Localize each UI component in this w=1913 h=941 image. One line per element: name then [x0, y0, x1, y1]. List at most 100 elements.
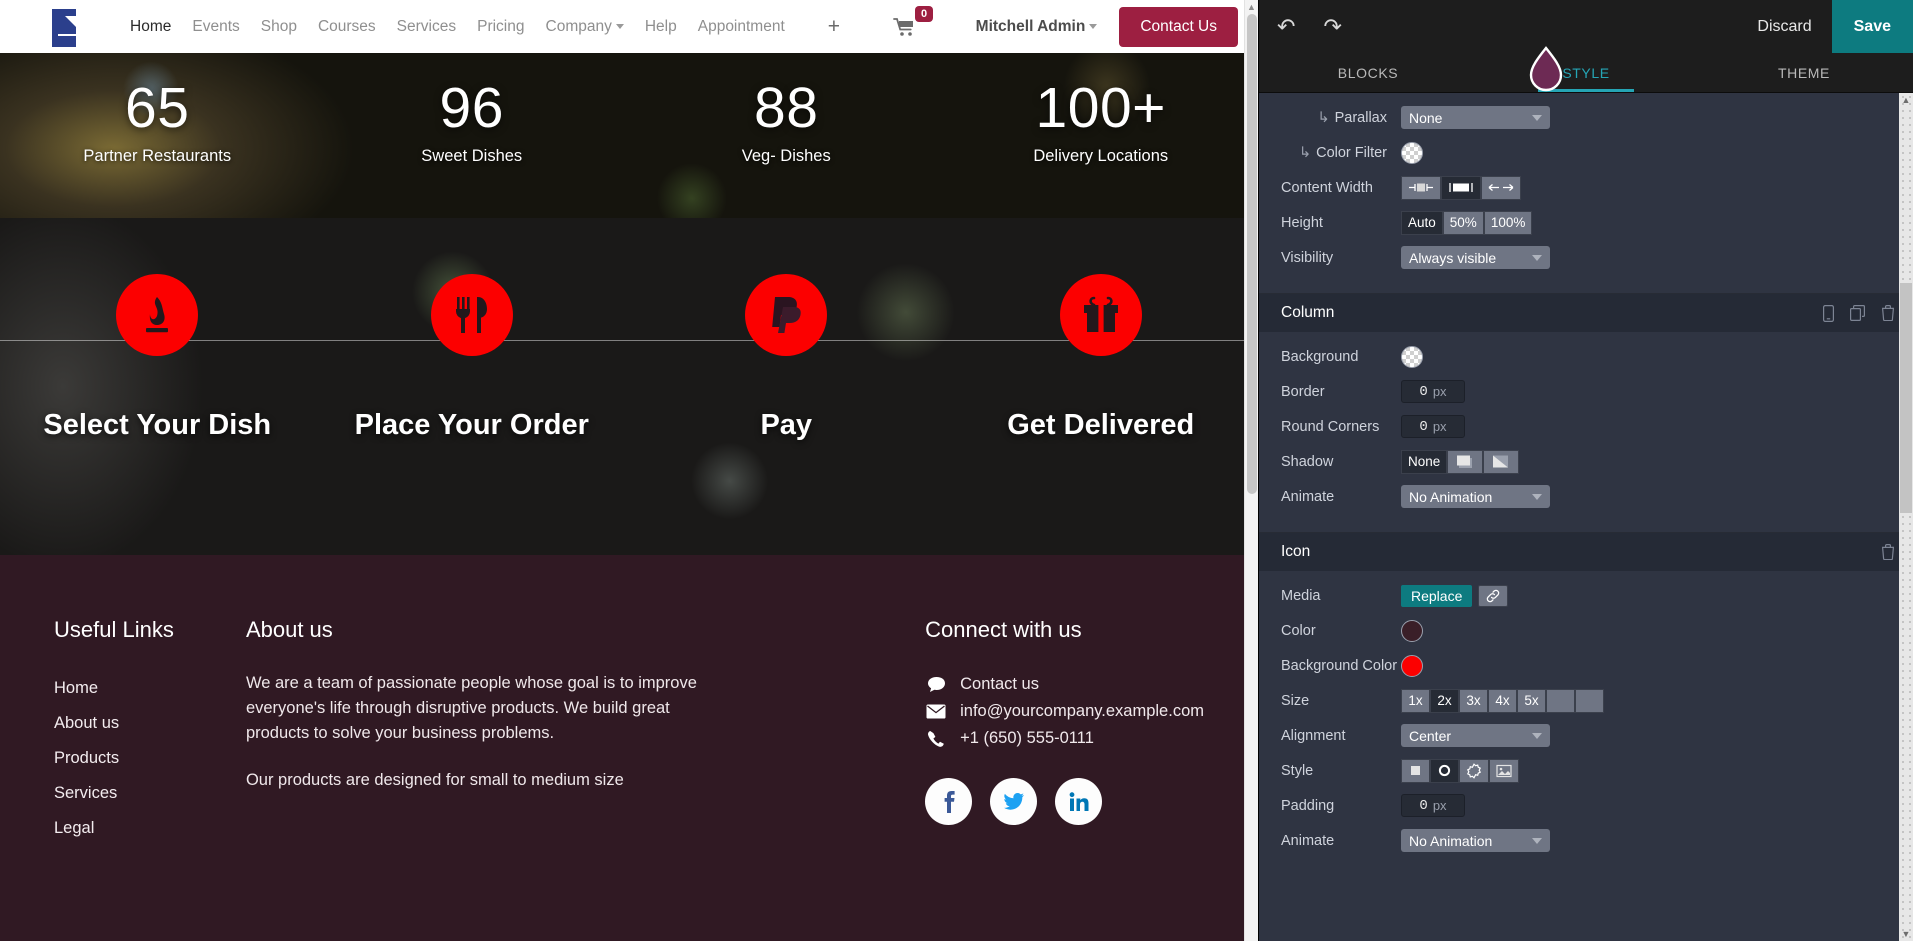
footer-useful-links-column: Useful Links Home About us Products Serv… — [54, 617, 246, 846]
nav-link-events[interactable]: Events — [192, 18, 239, 36]
chevron-down-icon — [1532, 837, 1542, 844]
nav-link-pricing[interactable]: Pricing — [477, 18, 524, 36]
icon-size-5x[interactable]: 5x — [1517, 688, 1546, 713]
content-width-full[interactable] — [1481, 175, 1521, 200]
contact-us-button[interactable]: Contact Us — [1119, 6, 1238, 47]
redo-icon[interactable]: ↷ — [1323, 15, 1341, 38]
twitter-icon[interactable] — [990, 778, 1038, 825]
link-icon[interactable] — [1478, 584, 1509, 607]
icon-style-square[interactable] — [1401, 758, 1430, 783]
footer-email[interactable]: info@yourcompany.example.com — [925, 698, 1204, 725]
option-label: Alignment — [1281, 727, 1346, 744]
preview-scrollbar[interactable]: ▲ — [1244, 0, 1258, 941]
step-icon-circle[interactable] — [116, 274, 199, 356]
icon-color-swatch[interactable] — [1401, 619, 1423, 642]
nav-link-company[interactable]: Company — [546, 18, 624, 36]
counter-item[interactable]: 88 Veg- Dishes — [629, 79, 944, 218]
nav-link-home[interactable]: Home — [130, 18, 171, 36]
column-animate-select[interactable]: No Animation — [1401, 485, 1550, 508]
preview-scrollbar-thumb[interactable] — [1247, 14, 1257, 494]
tab-blocks[interactable]: BLOCKS — [1259, 53, 1477, 92]
nav-link-appointment[interactable]: Appointment — [698, 18, 785, 36]
step-item[interactable]: Select Your Dish — [0, 274, 315, 555]
footer-link-services[interactable]: Services — [54, 784, 117, 802]
icon-size-1x[interactable]: 1x — [1401, 688, 1430, 713]
duplicate-icon[interactable] — [1850, 304, 1865, 322]
shadow-inset-icon[interactable] — [1483, 449, 1520, 474]
cart-button[interactable]: 0 — [893, 5, 934, 37]
linkedin-icon[interactable] — [1055, 778, 1103, 825]
footer-contact-us[interactable]: Contact us — [925, 671, 1204, 698]
trash-icon[interactable] — [1881, 304, 1895, 322]
editor-scrollbar[interactable]: ▲ ▼ — [1899, 93, 1913, 941]
plus-icon[interactable]: + — [828, 16, 840, 37]
background-color-swatch[interactable] — [1401, 345, 1423, 368]
counter-item[interactable]: 65 Partner Restaurants — [0, 79, 315, 218]
nav-link-services[interactable]: Services — [397, 18, 456, 36]
shadow-outset-icon[interactable] — [1447, 449, 1484, 474]
alignment-select[interactable]: Center — [1401, 724, 1550, 747]
icon-size-3x[interactable]: 3x — [1459, 688, 1488, 713]
border-input[interactable]: 0 px — [1401, 380, 1465, 403]
footer-phone[interactable]: +1 (650) 555-0111 — [925, 725, 1204, 752]
border-unit: px — [1432, 384, 1447, 399]
mobile-icon[interactable] — [1823, 304, 1834, 322]
footer-link-legal[interactable]: Legal — [54, 819, 94, 837]
icon-style-circle[interactable] — [1430, 758, 1459, 783]
counters-section[interactable]: 65 Partner Restaurants 96 Sweet Dishes 8… — [0, 53, 1258, 218]
nav-link-courses[interactable]: Courses — [318, 18, 376, 36]
icon-animate-select[interactable]: No Animation — [1401, 829, 1550, 852]
facebook-icon[interactable] — [925, 778, 973, 825]
editor-scroll-down-arrow[interactable]: ▼ — [1899, 929, 1913, 939]
step-icon-circle[interactable] — [1059, 274, 1142, 356]
user-menu[interactable]: Mitchell Admin — [976, 18, 1098, 36]
scroll-up-arrow[interactable]: ▲ — [1245, 0, 1258, 14]
color-filter-swatch[interactable] — [1401, 141, 1423, 164]
save-button[interactable]: Save — [1831, 0, 1913, 53]
icon-size-2x[interactable]: 2x — [1430, 688, 1459, 713]
icon-background-color-swatch[interactable] — [1401, 654, 1423, 677]
discard-button[interactable]: Discard — [1737, 0, 1831, 53]
tab-theme[interactable]: THEME — [1695, 53, 1913, 92]
cart-icon — [893, 17, 914, 36]
trash-icon[interactable] — [1881, 544, 1895, 560]
step-item[interactable]: Pay — [629, 274, 944, 555]
step-item[interactable]: Place Your Order — [315, 274, 630, 555]
editor-scrollbar-thumb[interactable] — [1900, 283, 1912, 513]
step-title: Get Delivered — [1007, 409, 1195, 441]
icon-size-blank-1[interactable] — [1546, 688, 1575, 713]
content-width-narrow[interactable] — [1401, 175, 1441, 200]
counter-item[interactable]: 96 Sweet Dishes — [315, 79, 630, 218]
replace-button[interactable]: Replace — [1401, 584, 1473, 607]
icon-size-blank-2[interactable] — [1575, 688, 1604, 713]
nav-link-shop[interactable]: Shop — [261, 18, 297, 36]
counter-item[interactable]: 100+ Delivery Locations — [944, 79, 1259, 218]
icon-size-4x[interactable]: 4x — [1488, 688, 1517, 713]
icon-style-image[interactable] — [1489, 758, 1519, 783]
undo-icon[interactable]: ↶ — [1277, 15, 1295, 38]
nav-link-help[interactable]: Help — [645, 18, 677, 36]
round-corners-input[interactable]: 0 px — [1401, 415, 1465, 438]
step-icon-circle[interactable] — [745, 274, 828, 356]
option-label: Size — [1281, 692, 1310, 709]
height-auto[interactable]: Auto — [1401, 210, 1443, 235]
footer-link-about-us[interactable]: About us — [54, 714, 119, 732]
visibility-value: Always visible — [1409, 249, 1497, 266]
brand-logo[interactable] — [44, 7, 90, 47]
step-item[interactable]: Get Delivered — [944, 274, 1259, 555]
visibility-select[interactable]: Always visible — [1401, 246, 1550, 269]
shadow-none[interactable]: None — [1401, 449, 1448, 474]
editor-scroll-up-arrow[interactable]: ▲ — [1899, 95, 1913, 105]
footer-link-products[interactable]: Products — [54, 749, 119, 767]
icon-animate-value: No Animation — [1409, 832, 1493, 849]
footer-link-home[interactable]: Home — [54, 679, 98, 697]
step-icon-circle[interactable] — [430, 274, 513, 356]
parallax-select[interactable]: None — [1401, 106, 1550, 129]
height-50[interactable]: 50% — [1442, 210, 1484, 235]
process-steps-section[interactable]: Select Your Dish Place Your Order Pay Ge… — [0, 218, 1258, 555]
padding-input[interactable]: 0 px — [1401, 794, 1465, 817]
tab-style[interactable]: STYLE — [1477, 53, 1695, 92]
icon-style-burst[interactable] — [1459, 758, 1489, 783]
height-100[interactable]: 100% — [1483, 210, 1533, 235]
content-width-normal[interactable] — [1441, 175, 1481, 200]
